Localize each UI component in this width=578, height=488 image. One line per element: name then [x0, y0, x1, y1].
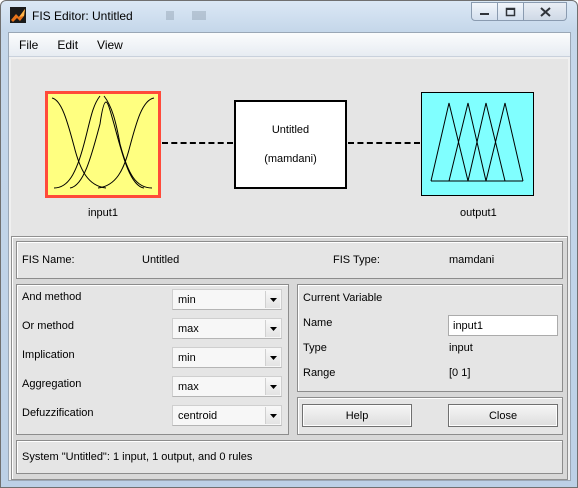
title-bar[interactable]: FIS Editor: Untitled — [1, 1, 577, 32]
aggregation-select[interactable]: max — [172, 376, 282, 397]
properties-panel: FIS Name: Untitled FIS Type: mamdani And… — [11, 236, 568, 480]
fis-name-label: FIS Name: — [22, 254, 75, 266]
status-panel: System "Untitled": 1 input, 1 output, an… — [16, 440, 563, 474]
output-membership-plot — [430, 102, 524, 182]
or-method-value: max — [178, 323, 199, 335]
title-ghost-icons — [166, 11, 206, 20]
buttons-panel: Help Close — [297, 397, 563, 435]
chevron-down-icon — [265, 320, 280, 337]
minimize-icon — [480, 12, 489, 15]
chevron-down-icon — [265, 378, 280, 395]
or-method-label: Or method — [22, 320, 74, 332]
implication-label: Implication — [22, 349, 75, 361]
fis-name-value: Untitled — [142, 254, 180, 266]
chevron-down-icon — [265, 349, 280, 366]
variable-name-label: Name — [303, 317, 333, 329]
defuzzification-select[interactable]: centroid — [172, 405, 282, 426]
output-variable-box[interactable] — [421, 92, 534, 196]
menu-edit[interactable]: Edit — [47, 38, 87, 52]
rule-system-box[interactable]: Untitled (mamdani) — [234, 100, 347, 189]
close-icon — [539, 6, 551, 17]
fis-editor-window: FIS Editor: Untitled File Edit View inpu… — [0, 0, 578, 488]
current-variable-panel: Current Variable Name input1 Type input … — [297, 284, 563, 392]
window-title: FIS Editor: Untitled — [32, 9, 133, 23]
variable-range-label: Range — [303, 367, 336, 379]
input-variable-box[interactable] — [45, 91, 161, 198]
implication-value: min — [178, 352, 196, 364]
implication-select[interactable]: min — [172, 347, 282, 368]
defuzzification-value: centroid — [178, 410, 218, 422]
aggregation-label: Aggregation — [22, 378, 82, 390]
input-connector — [162, 142, 233, 144]
current-variable-heading: Current Variable — [303, 292, 383, 304]
fis-info-panel: FIS Name: Untitled FIS Type: mamdani — [16, 241, 563, 279]
and-method-label: And method — [22, 291, 82, 303]
matlab-icon — [10, 7, 26, 23]
menu-file[interactable]: File — [9, 38, 47, 52]
fis-type-label: FIS Type: — [333, 254, 380, 266]
maximize-button[interactable] — [497, 2, 524, 21]
variable-name-value: input1 — [453, 320, 483, 332]
output-variable-label: output1 — [460, 207, 497, 219]
input-variable-label: input1 — [88, 207, 118, 219]
help-button[interactable]: Help — [302, 404, 412, 427]
rule-system-type: (mamdani) — [264, 153, 317, 165]
minimize-button[interactable] — [471, 2, 498, 21]
close-window-button[interactable] — [523, 2, 567, 21]
and-method-select[interactable]: min — [172, 289, 282, 310]
menu-bar: File Edit View — [9, 33, 570, 57]
chevron-down-icon — [265, 407, 280, 424]
rule-system-name: Untitled — [271, 124, 310, 136]
or-method-select[interactable]: max — [172, 318, 282, 339]
chevron-down-icon — [265, 291, 280, 308]
menu-view[interactable]: View — [87, 38, 132, 52]
output-connector — [348, 142, 420, 144]
fis-diagram: input1 Untitled (mamdani) output1 — [11, 59, 568, 260]
variable-range-value: [0 1] — [449, 367, 471, 379]
fis-type-value: mamdani — [449, 254, 495, 266]
status-text: System "Untitled": 1 input, 1 output, an… — [22, 451, 253, 463]
client-area: File Edit View input1 Untitled (mamdani) — [8, 32, 571, 481]
aggregation-value: max — [178, 381, 199, 393]
variable-name-field[interactable]: input1 — [448, 315, 558, 336]
defuzzification-label: Defuzzification — [22, 407, 94, 419]
and-method-value: min — [178, 294, 196, 306]
variable-type-label: Type — [303, 342, 327, 354]
methods-panel: And method min Or method max Implication… — [16, 284, 289, 435]
close-button[interactable]: Close — [448, 404, 558, 427]
variable-type-value: input — [449, 342, 473, 354]
input-membership-plot — [51, 95, 155, 189]
maximize-icon — [505, 7, 516, 16]
